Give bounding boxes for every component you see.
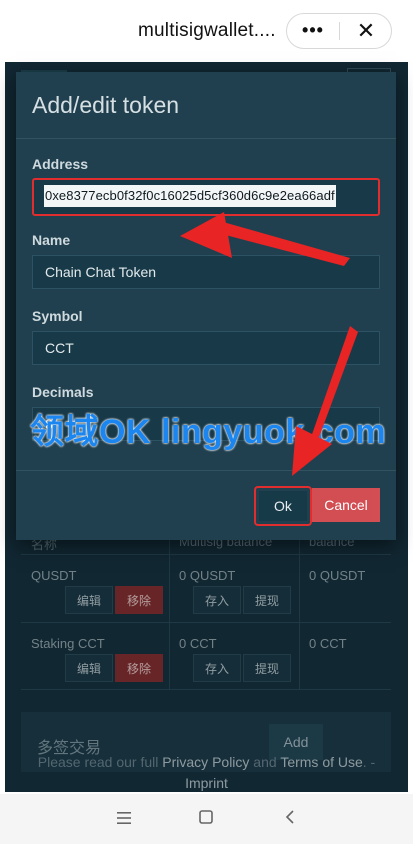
back-chevron-icon[interactable]	[278, 806, 302, 830]
symbol-label: Symbol	[32, 308, 83, 324]
more-options-icon[interactable]: •••	[287, 14, 339, 48]
mini-program-top-bar: multisigwallet.... ••• ✕	[0, 0, 413, 62]
menu-icon[interactable]	[112, 806, 136, 830]
system-nav-bar	[0, 794, 413, 844]
page-title: multisigwallet....	[138, 20, 276, 41]
ok-button[interactable]: Ok	[259, 491, 307, 521]
cancel-button[interactable]: Cancel	[312, 488, 380, 522]
name-input[interactable]: Chain Chat Token	[32, 255, 380, 289]
dialog-title: Add/edit token	[32, 92, 180, 118]
address-input[interactable]: 0xe8377ecb0f32f0c16025d5cf360d6c9e2ea66a…	[32, 178, 380, 216]
add-edit-token-dialog: Add/edit token Address 0xe8377ecb0f32f0c…	[16, 72, 396, 540]
address-label: Address	[32, 156, 89, 172]
watermark: 领域OK lingyuok.com	[30, 413, 387, 451]
capsule-menu: ••• ✕	[286, 13, 392, 49]
dialog-header-divider	[16, 138, 396, 139]
address-value: 0xe8377ecb0f32f0c16025d5cf360d6c9e2ea66a…	[44, 185, 336, 207]
name-label: Name	[32, 232, 71, 248]
dialog-footer-divider	[16, 470, 396, 471]
decimals-label: Decimals	[32, 384, 94, 400]
home-square-icon[interactable]	[194, 806, 218, 830]
close-icon[interactable]: ✕	[340, 14, 392, 48]
ok-button-highlight: Ok	[254, 486, 312, 526]
symbol-input[interactable]: CCT	[32, 331, 380, 365]
